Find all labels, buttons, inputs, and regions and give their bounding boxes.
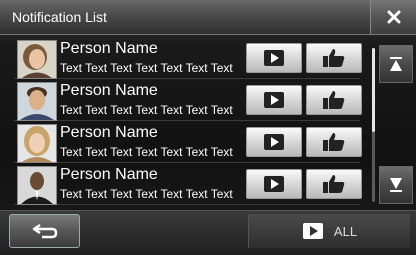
play-button[interactable] bbox=[246, 127, 302, 157]
person-avatar-icon bbox=[18, 41, 56, 78]
close-button[interactable] bbox=[370, 0, 416, 34]
bottom-bar: ALL bbox=[0, 210, 416, 255]
avatar bbox=[17, 124, 57, 163]
play-all-button[interactable]: ALL bbox=[248, 214, 410, 248]
scroll-down-icon bbox=[390, 178, 402, 192]
page-title: Notification List bbox=[12, 9, 107, 25]
like-button[interactable] bbox=[306, 85, 362, 115]
back-button[interactable] bbox=[9, 214, 80, 248]
person-name: Person Name bbox=[60, 82, 158, 99]
list-item[interactable]: Person Name Text Text Text Text Text Tex… bbox=[14, 38, 362, 79]
thumbs-up-icon bbox=[323, 133, 345, 151]
notification-text: Text Text Text Text Text Text Text bbox=[60, 103, 233, 117]
title-bar: Notification List bbox=[0, 0, 416, 35]
notification-text: Text Text Text Text Text Text Text bbox=[60, 145, 233, 159]
notification-list-screen: Notification List Person Name Text Text … bbox=[0, 0, 416, 255]
notification-list: Person Name Text Text Text Text Text Tex… bbox=[14, 38, 362, 205]
play-all-label: ALL bbox=[333, 223, 358, 239]
avatar bbox=[17, 82, 57, 121]
person-name: Person Name bbox=[60, 166, 158, 183]
notification-text: Text Text Text Text Text Text Text bbox=[60, 187, 233, 201]
scroll-up-button[interactable] bbox=[379, 45, 413, 83]
close-icon bbox=[387, 10, 400, 24]
scroll-up-icon bbox=[390, 57, 402, 71]
person-name: Person Name bbox=[60, 40, 158, 57]
scrollbar[interactable] bbox=[372, 48, 375, 202]
avatar bbox=[17, 166, 57, 205]
avatar bbox=[17, 40, 57, 79]
list-item[interactable]: Person Name Text Text Text Text Text Tex… bbox=[14, 80, 362, 121]
person-avatar-icon bbox=[18, 167, 56, 204]
list-item[interactable]: Person Name Text Text Text Text Text Tex… bbox=[14, 122, 362, 163]
person-avatar-icon bbox=[18, 83, 56, 120]
scroll-down-button[interactable] bbox=[379, 166, 413, 204]
like-button[interactable] bbox=[306, 43, 362, 73]
play-button[interactable] bbox=[246, 85, 302, 115]
play-icon bbox=[264, 134, 284, 150]
like-button[interactable] bbox=[306, 127, 362, 157]
play-icon bbox=[264, 92, 284, 108]
back-arrow-icon bbox=[32, 223, 57, 239]
play-icon bbox=[302, 223, 323, 239]
list-item[interactable]: Person Name Text Text Text Text Text Tex… bbox=[14, 164, 362, 205]
thumbs-up-icon bbox=[323, 91, 345, 109]
person-avatar-icon bbox=[18, 125, 56, 162]
thumbs-up-icon bbox=[323, 49, 345, 67]
play-icon bbox=[264, 176, 284, 192]
thumbs-up-icon bbox=[323, 175, 345, 193]
scrollbar-thumb[interactable] bbox=[372, 48, 375, 132]
person-name: Person Name bbox=[60, 124, 158, 141]
play-icon bbox=[264, 50, 284, 66]
play-button[interactable] bbox=[246, 43, 302, 73]
play-button[interactable] bbox=[246, 169, 302, 199]
notification-text: Text Text Text Text Text Text Text bbox=[60, 61, 233, 75]
like-button[interactable] bbox=[306, 169, 362, 199]
